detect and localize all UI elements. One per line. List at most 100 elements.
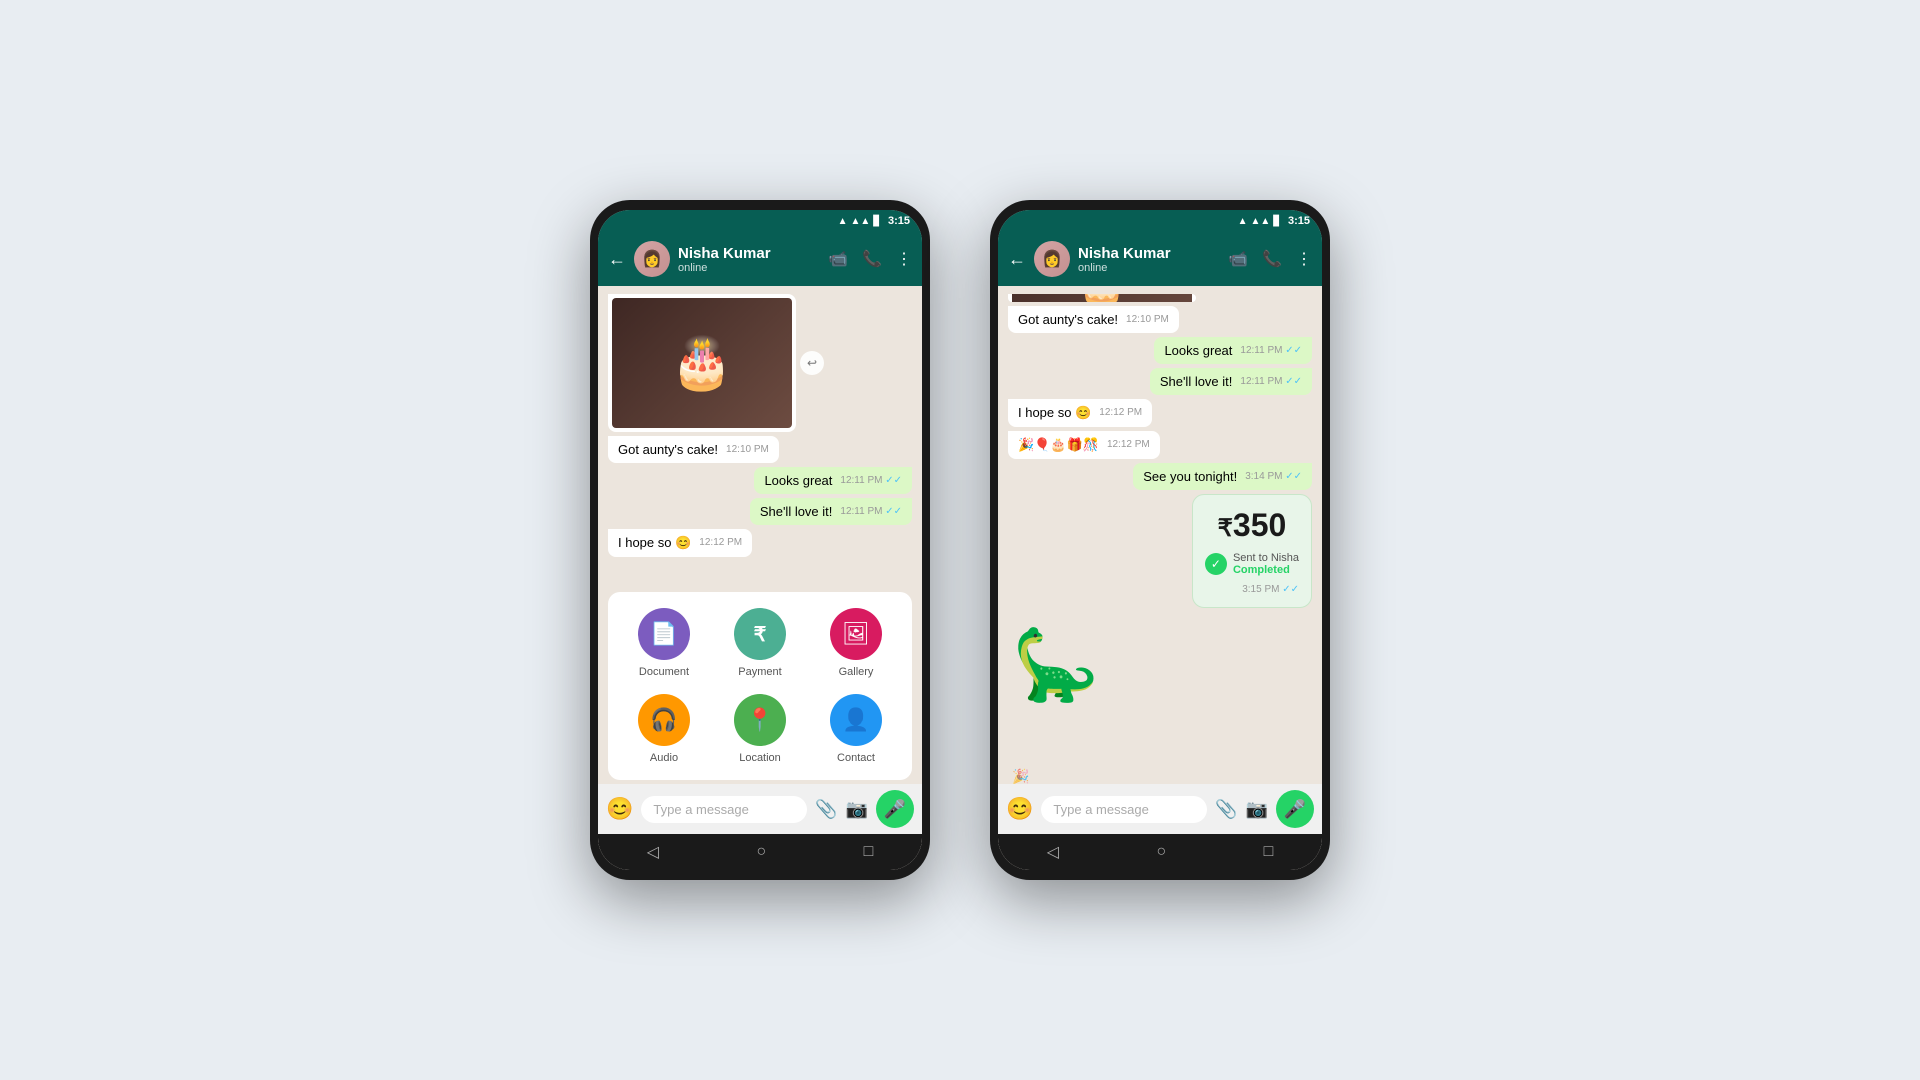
attach-location[interactable]: 📍 Location [720,694,800,764]
wifi-icon-2: ▲ [1238,216,1248,227]
msg-love-it-1: She'll love it! 12:11 PM ✓✓ [750,498,912,525]
location-label: Location [739,752,781,764]
attach-contact[interactable]: 👤 Contact [816,694,896,764]
wifi-icon-1: ▲ [838,216,848,227]
message-input-1[interactable]: Type a message [641,796,807,823]
more-options-icon-2[interactable]: ⋮ [1296,249,1312,269]
tick-looks-great-1: ✓✓ [885,475,902,486]
message-input-2[interactable]: Type a message [1041,796,1207,823]
msg-love-it-time-2: 12:11 PM ✓✓ [1240,376,1302,387]
payment-amount-2: ₹350 [1205,507,1299,544]
payment-details-2: Sent to Nisha Completed [1233,552,1299,576]
msg-love-it-text-1: She'll love it! [760,504,833,519]
status-bar-1: ▲ ▲▲ ▊ 3:15 [598,210,922,232]
status-time-1: 3:15 [888,215,910,227]
payment-bubble-2: ₹350 ✓ Sent to Nisha Completed 3:15 PM ✓… [1192,494,1312,608]
bottom-bar-1: 😊 Type a message 📎 📷 🎤 [598,784,922,834]
nav-recent-1[interactable]: □ [864,843,874,861]
msg-got-cake-1: Got aunty's cake! 12:10 PM [608,436,779,463]
phone-1: ▲ ▲▲ ▊ 3:15 ← 👩 Nisha Kumar online 📹 📞 ⋮ [590,200,930,880]
msg-see-tonight-2: See you tonight! 3:14 PM ✓✓ [1133,463,1312,490]
payment-icon: ₹ [734,608,786,660]
gallery-label: Gallery [839,666,874,678]
phone-1-screen: ▲ ▲▲ ▊ 3:15 ← 👩 Nisha Kumar online 📹 📞 ⋮ [598,210,922,870]
attach-payment[interactable]: ₹ Payment [720,608,800,678]
tick-payment-2: ✓✓ [1282,584,1299,595]
msg-hope-so-time-2: 12:12 PM [1099,407,1142,418]
video-call-icon-2[interactable]: 📹 [1228,249,1248,269]
sticker-emoji-2: 🦕 [1012,626,1099,704]
battery-icon-1: ▊ [873,216,881,227]
msg-hope-so-1: I hope so 😊 12:12 PM [608,529,752,557]
camera-button-1[interactable]: 📷 [846,799,868,820]
cake-image-1: 🎂 [612,298,792,428]
attach-menu-1: 📄 Document ₹ Payment 🖼 Gallery 🎧 Audio 📍… [608,592,912,780]
nav-recent-2[interactable]: □ [1264,843,1274,861]
contact-info-1: Nisha Kumar online [678,245,820,274]
msg-got-cake-text-1: Got aunty's cake! [618,442,718,457]
msg-got-cake-time-1: 12:10 PM [726,444,769,455]
attach-button-2[interactable]: 📎 [1215,799,1237,820]
battery-icon-2: ▊ [1273,216,1281,227]
voice-call-icon-2[interactable]: 📞 [1262,249,1282,269]
msg-looks-great-time-2: 12:11 PM ✓✓ [1240,345,1302,356]
forward-button-1[interactable]: ↩ [800,351,824,375]
msg-see-tonight-text-2: See you tonight! [1143,469,1237,484]
nav-back-2[interactable]: ◁ [1047,842,1059,862]
msg-looks-great-2: Looks great 12:11 PM ✓✓ [1154,337,1312,364]
contact-info-2: Nisha Kumar online [1078,245,1220,274]
header-actions-2: 📹 📞 ⋮ [1228,249,1312,269]
msg-hope-so-2: I hope so 😊 12:12 PM [1008,399,1152,427]
chat-area-2: 🎂 Got aunty's cake! 12:10 PM Looks great… [998,286,1322,784]
payment-label: Payment [738,666,781,678]
msg-hope-so-text-1: I hope so 😊 [618,535,691,550]
mic-button-1[interactable]: 🎤 [876,790,914,828]
msg-hope-so-time-1: 12:12 PM [699,537,742,548]
chat-header-2: ← 👩 Nisha Kumar online 📹 📞 ⋮ [998,232,1322,286]
contact-status-1: online [678,262,820,274]
back-button-2[interactable]: ← [1008,249,1026,270]
msg-see-tonight-time-2: 3:14 PM ✓✓ [1245,471,1302,482]
nav-back-1[interactable]: ◁ [647,842,659,862]
attach-button-1[interactable]: 📎 [815,799,837,820]
nav-bar-2: ◁ ○ □ [998,834,1322,870]
audio-label: Audio [650,752,678,764]
msg-got-cake-time-2: 12:10 PM [1126,314,1169,325]
document-icon: 📄 [638,608,690,660]
payment-rupee-2: ₹ [1218,515,1233,542]
nav-home-1[interactable]: ○ [756,843,766,861]
gallery-icon: 🖼 [830,608,882,660]
nav-home-2[interactable]: ○ [1156,843,1166,861]
tick-looks-great-2: ✓✓ [1285,345,1302,356]
audio-icon: 🎧 [638,694,690,746]
emoji-button-2[interactable]: 😊 [1006,796,1033,822]
payment-status-text-2: Completed [1233,564,1299,576]
signal-icon-1: ▲▲ [850,216,870,227]
attach-audio[interactable]: 🎧 Audio [624,694,704,764]
video-call-icon-1[interactable]: 📹 [828,249,848,269]
image-message-1: 🎂 ↩ [608,294,796,432]
tick-see-tonight-2: ✓✓ [1285,471,1302,482]
mic-button-2[interactable]: 🎤 [1276,790,1314,828]
document-label: Document [639,666,689,678]
sticker-bubble-2: 🦕 🎉 [1008,612,1103,784]
voice-call-icon-1[interactable]: 📞 [862,249,882,269]
chat-area-1: 🎂 ↩ Got aunty's cake! 12:10 PM Looks gre… [598,286,922,588]
msg-looks-great-1: Looks great 12:11 PM ✓✓ [754,467,912,494]
attach-document[interactable]: 📄 Document [624,608,704,678]
chat-header-1: ← 👩 Nisha Kumar online 📹 📞 ⋮ [598,232,922,286]
payment-sent-row-2: ✓ Sent to Nisha Completed [1205,552,1299,576]
message-placeholder-2: Type a message [1053,802,1148,817]
back-button-1[interactable]: ← [608,249,626,270]
more-options-icon-1[interactable]: ⋮ [896,249,912,269]
msg-looks-great-time-1: 12:11 PM ✓✓ [840,475,902,486]
message-placeholder-1: Type a message [653,802,748,817]
emoji-button-1[interactable]: 😊 [606,796,633,822]
msg-got-cake-text-2: Got aunty's cake! [1018,312,1118,327]
attach-gallery[interactable]: 🖼 Gallery [816,608,896,678]
image-bubble-2: 🎂 [1008,294,1196,302]
msg-party-emoji-text-2: 🎉🎈🎂🎁🎊 [1018,437,1099,452]
camera-button-2[interactable]: 📷 [1246,799,1268,820]
msg-hope-so-text-2: I hope so 😊 [1018,405,1091,420]
msg-party-emoji-2: 🎉🎈🎂🎁🎊 12:12 PM [1008,431,1160,459]
